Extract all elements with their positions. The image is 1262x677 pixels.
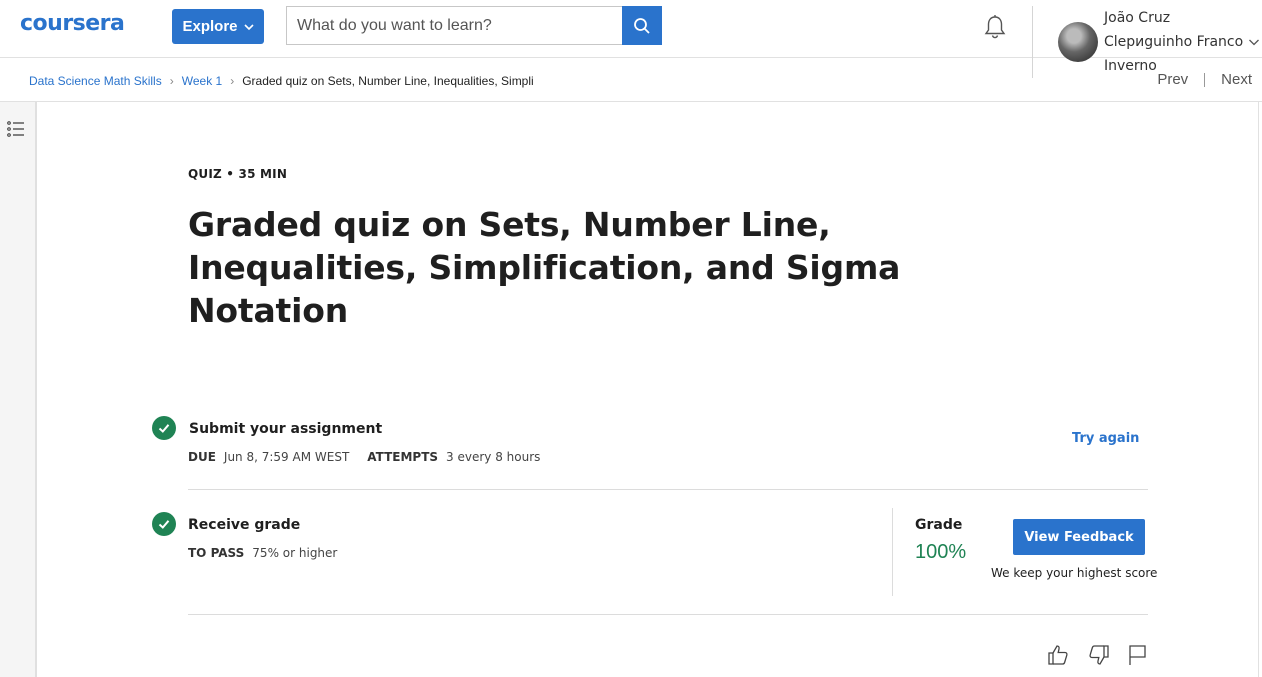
check-icon [152, 416, 176, 440]
prev-link[interactable]: Prev [1157, 71, 1188, 88]
breadcrumb: Data Science Math Skills › Week 1 › Grad… [29, 72, 534, 90]
due-value: Jun 8, 7:59 AM WEST [223, 450, 350, 464]
breadcrumb-current: Graded quiz on Sets, Number Line, Inequa… [242, 74, 534, 88]
explore-button[interactable]: Explore [172, 9, 264, 44]
sidebar [0, 102, 37, 677]
section-divider [188, 614, 1148, 615]
chevron-right-icon: › [169, 74, 174, 88]
receive-grade-title: Receive grade [188, 517, 301, 533]
chevron-right-icon: › [230, 74, 235, 88]
breadcrumb-course[interactable]: Data Science Math Skills [29, 74, 162, 88]
bell-icon [984, 15, 1006, 39]
user-name-line2: Clериguinho Franco [1104, 34, 1244, 50]
due-label: DUE [188, 450, 216, 464]
user-name[interactable]: João Cruz Clериguinho Franco Inverno [1104, 6, 1244, 78]
prev-next-nav: Prev Next [1157, 71, 1252, 88]
main-content [37, 102, 1259, 677]
try-again-link[interactable]: Try again [1072, 431, 1139, 446]
highest-score-note: We keep your highest score [991, 566, 1158, 580]
submit-assignment-title: Submit your assignment [189, 421, 383, 437]
grade-label: Grade [915, 517, 963, 533]
chevron-down-icon [243, 23, 254, 30]
explore-label: Explore [182, 18, 238, 35]
view-feedback-button[interactable]: View Feedback [1013, 519, 1145, 555]
search-icon [634, 17, 650, 34]
notifications-button[interactable] [982, 13, 1008, 41]
thumbs-up-icon[interactable] [1046, 643, 1070, 667]
check-icon [152, 512, 176, 536]
list-menu-icon[interactable] [6, 119, 26, 139]
grade-meta: TO PASS 75% or higher [188, 546, 337, 560]
page-title: Graded quiz on Sets, Number Line, Inequa… [188, 205, 901, 330]
attempts-label: ATTEMPTS [367, 450, 439, 464]
next-link[interactable]: Next [1221, 71, 1252, 88]
to-pass-value: 75% or higher [252, 546, 338, 560]
to-pass-label: TO PASS [188, 546, 245, 560]
grade-divider [892, 508, 893, 596]
attempts-value: 3 every 8 hours [446, 450, 541, 464]
coursera-logo[interactable]: coursera [20, 11, 125, 36]
search-button[interactable] [622, 6, 662, 45]
grade-value: 100% [915, 541, 967, 563]
flag-icon[interactable] [1126, 643, 1150, 667]
avatar[interactable] [1058, 22, 1098, 62]
header-divider [1032, 6, 1033, 78]
submit-meta: DUE Jun 8, 7:59 AM WEST ATTEMPTS 3 every… [188, 450, 540, 464]
nav-separator [1204, 72, 1206, 87]
chevron-down-icon[interactable] [1248, 36, 1260, 48]
quiz-meta: QUIZ • 35 MIN [188, 167, 288, 181]
thumbs-down-icon[interactable] [1087, 643, 1111, 667]
search-input[interactable] [286, 6, 622, 45]
breadcrumb-week[interactable]: Week 1 [182, 74, 222, 88]
user-name-line1: João Cruz [1104, 10, 1171, 26]
section-divider [188, 489, 1148, 490]
